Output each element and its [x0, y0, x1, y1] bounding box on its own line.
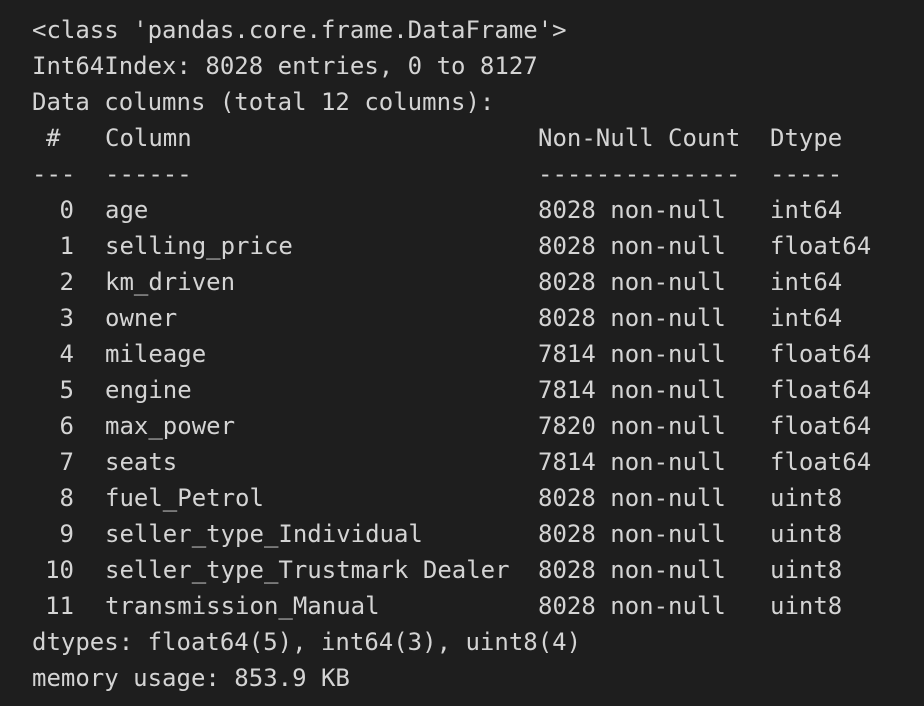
table-row: 7 seats 7814 non-null float64	[32, 444, 924, 480]
row-column-name: fuel_Petrol	[105, 484, 264, 512]
row-index: 5	[59, 376, 74, 404]
row-index: 11	[45, 592, 74, 620]
row-dtype: uint8	[770, 556, 843, 584]
row-non-null-count: 8028 non-null	[538, 268, 726, 296]
row-non-null-count: 8028 non-null	[538, 556, 726, 584]
row-dtype: uint8	[770, 592, 843, 620]
row-column-name: engine	[105, 376, 192, 404]
index-line: Int64Index: 8028 entries, 0 to 8127	[32, 52, 538, 80]
row-index: 6	[59, 412, 74, 440]
row-index: 10	[45, 556, 74, 584]
row-non-null-count: 7814 non-null	[538, 340, 726, 368]
row-index: 9	[59, 520, 74, 548]
row-dtype: uint8	[770, 484, 843, 512]
row-non-null-count: 8028 non-null	[538, 520, 726, 548]
row-non-null-count: 7814 non-null	[538, 376, 726, 404]
row-index: 0	[59, 196, 74, 224]
row-non-null-count: 8028 non-null	[538, 232, 726, 260]
separator-dtype: -----	[770, 160, 843, 188]
columns-line: Data columns (total 12 columns):	[32, 88, 495, 116]
row-index: 3	[59, 304, 74, 332]
row-dtype: int64	[770, 304, 843, 332]
class-line: <class 'pandas.core.frame.DataFrame'>	[32, 16, 567, 44]
row-non-null-count: 7814 non-null	[538, 448, 726, 476]
row-dtype: int64	[770, 268, 843, 296]
header-column: Column	[105, 124, 192, 152]
row-non-null-count: 8028 non-null	[538, 484, 726, 512]
row-dtype: float64	[770, 376, 872, 404]
row-non-null-count: 8028 non-null	[538, 592, 726, 620]
table-row: 0 age 8028 non-null int64	[32, 192, 924, 228]
table-row: 10 seller_type_Trustmark Dealer 8028 non-n…	[32, 552, 924, 588]
row-column-name: age	[105, 196, 149, 224]
dataframe-info-output: <class 'pandas.core.frame.DataFrame'> In…	[0, 0, 924, 706]
table-row: 6 max_power 7820 non-null float64	[32, 408, 924, 444]
row-column-name: owner	[105, 304, 178, 332]
row-non-null-count: 7820 non-null	[538, 412, 726, 440]
separator-column: ------	[105, 160, 192, 188]
table-row: 9 seller_type_Individual 8028 non-null uint…	[32, 516, 924, 552]
table-row: 8 fuel_Petrol 8028 non-null uint8	[32, 480, 924, 516]
row-dtype: float64	[770, 232, 872, 260]
row-column-name: km_driven	[105, 268, 236, 296]
row-index: 2	[59, 268, 74, 296]
header-count: Non-Null Count	[538, 124, 741, 152]
row-column-name: seats	[105, 448, 178, 476]
row-column-name: transmission_Manual	[105, 592, 380, 620]
row-column-name: mileage	[105, 340, 207, 368]
row-index: 4	[59, 340, 74, 368]
row-non-null-count: 8028 non-null	[538, 304, 726, 332]
table-row: 3 owner 8028 non-null int64	[32, 300, 924, 336]
row-column-name: selling_price	[105, 232, 293, 260]
memory-line: memory usage: 853.9 KB	[32, 664, 350, 692]
row-dtype: int64	[770, 196, 843, 224]
table-row: 2 km_driven 8028 non-null int64	[32, 264, 924, 300]
row-column-name: seller_type_Individual	[105, 520, 423, 548]
row-dtype: uint8	[770, 520, 843, 548]
header-idx: #	[46, 124, 61, 152]
row-non-null-count: 8028 non-null	[538, 196, 726, 224]
separator-count: --------------	[538, 160, 741, 188]
table-row: 11 transmission_Manual 8028 non-null uint8	[32, 588, 924, 624]
table-row: 4 mileage 7814 non-null float64	[32, 336, 924, 372]
row-column-name: seller_type_Trustmark Dealer	[105, 556, 510, 584]
dtypes-line: dtypes: float64(5), int64(3), uint8(4)	[32, 628, 582, 656]
table-body: 0 age 8028 non-null int64 1 selling_price 8028…	[32, 192, 924, 624]
table-row: 1 selling_price 8028 non-null float64	[32, 228, 924, 264]
row-column-name: max_power	[105, 412, 236, 440]
table-row: 5 engine 7814 non-null float64	[32, 372, 924, 408]
row-index: 7	[59, 448, 74, 476]
separator-idx: ---	[32, 160, 76, 188]
table-header-row: # Column Non-Null Count Dtype	[32, 120, 924, 156]
row-index: 1	[59, 232, 74, 260]
row-dtype: float64	[770, 340, 872, 368]
header-dtype: Dtype	[770, 124, 843, 152]
row-dtype: float64	[770, 448, 872, 476]
row-index: 8	[59, 484, 74, 512]
row-dtype: float64	[770, 412, 872, 440]
table-separator-row: --- ------ -------------- -----	[32, 156, 924, 192]
